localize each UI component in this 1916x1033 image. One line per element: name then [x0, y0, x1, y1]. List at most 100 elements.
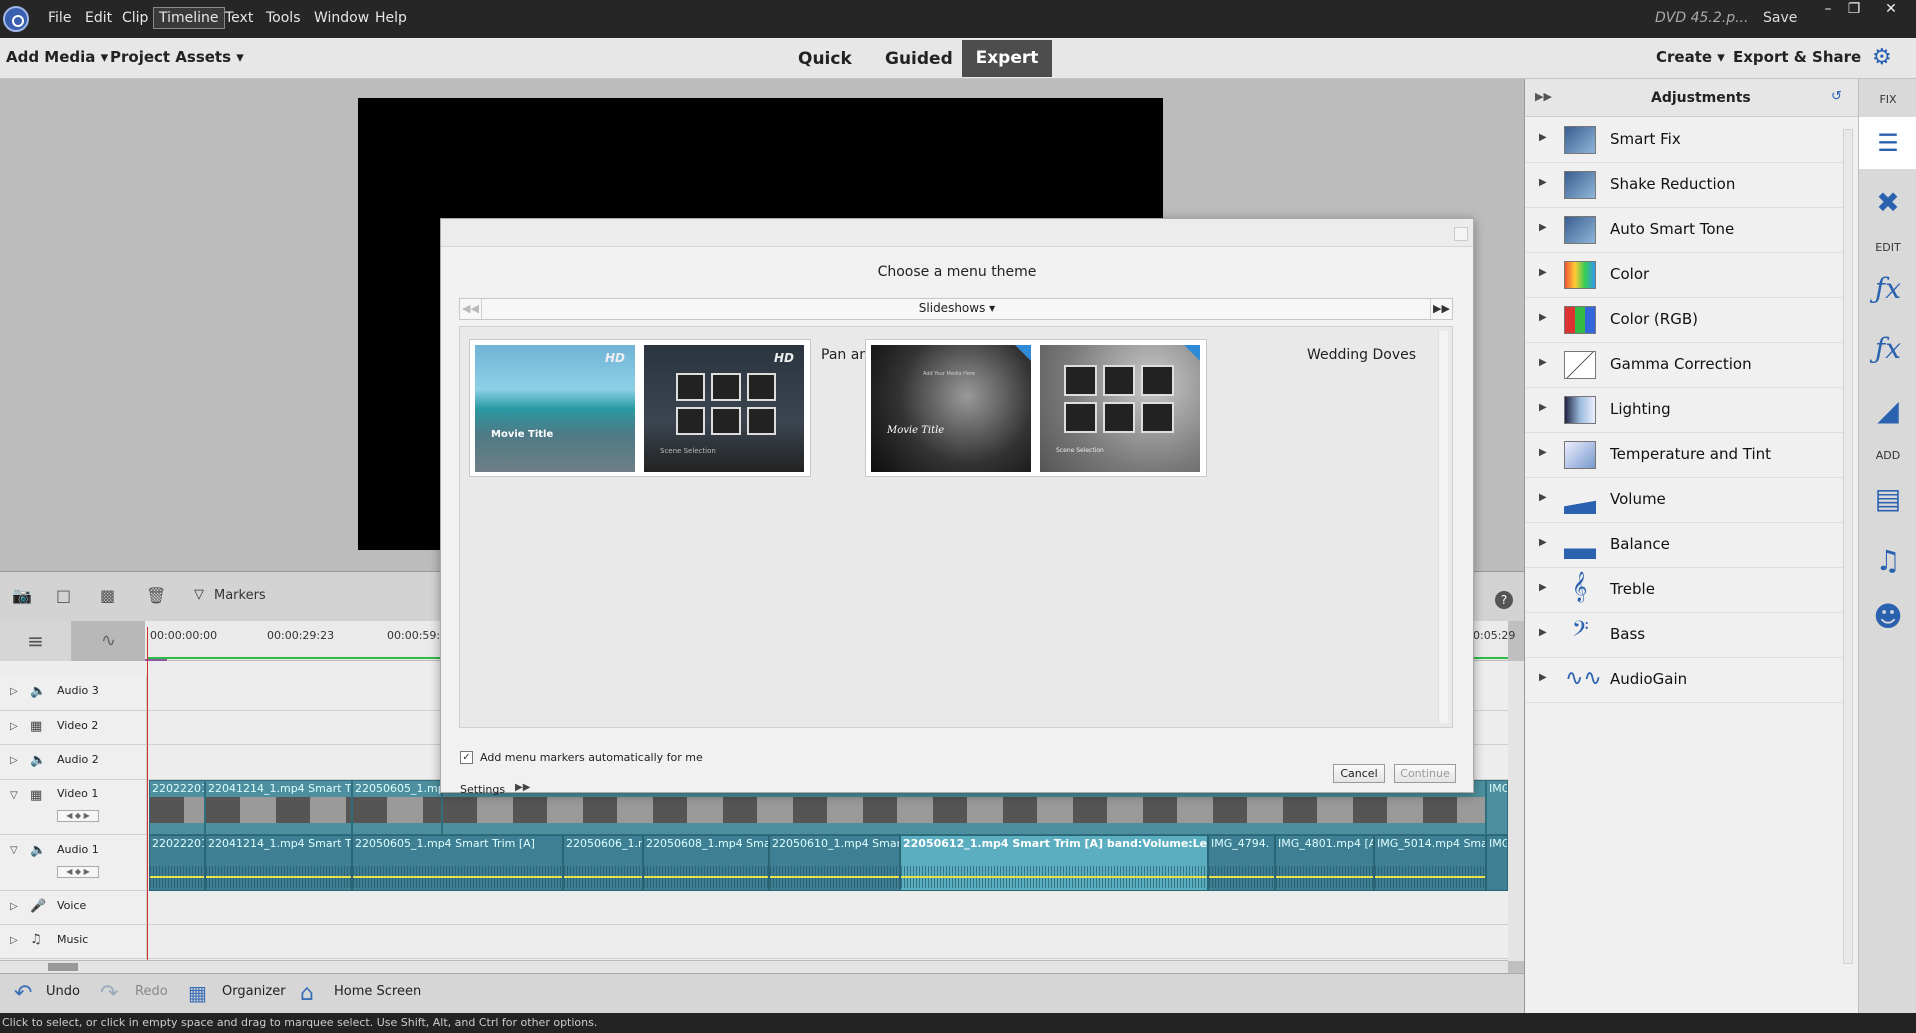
close-icon[interactable]: ✕	[1880, 1, 1902, 17]
track-settings-icon[interactable]: ≡	[0, 621, 72, 661]
video-clip[interactable]: IMG	[1486, 780, 1508, 835]
crop-icon[interactable]: □	[56, 586, 76, 605]
auto-markers-checkbox[interactable]: ✓	[460, 751, 473, 764]
video-clip[interactable]: 22022201	[149, 780, 205, 835]
adj-volume[interactable]: ▶ Volume	[1525, 478, 1843, 523]
track-audio-1[interactable]: ▽ 🔈 Audio 1 ◀ ◆ ▶ 22022201 22041214_1.mp…	[0, 835, 1508, 891]
expand-arrow-icon[interactable]: ▷	[10, 901, 18, 912]
tab-quick[interactable]: Quick	[798, 49, 852, 69]
adj-smart-fix[interactable]: ▶ Smart Fix	[1525, 118, 1843, 163]
narration-icon[interactable]: ▩	[100, 586, 120, 605]
expand-arrow-icon[interactable]: ▷	[10, 755, 18, 766]
expand-arrow-icon[interactable]: ▶	[1539, 492, 1547, 503]
audio-clip[interactable]: 22041214_1.mp4 Smart Tri	[205, 835, 352, 891]
keyframe-controls[interactable]: ◀ ◆ ▶	[57, 866, 99, 878]
adj-bass[interactable]: ▶ 𝄢 Bass	[1525, 613, 1843, 658]
home-screen-button[interactable]: Home Screen	[334, 984, 421, 999]
timeline-horizontal-scrollbar[interactable]	[0, 960, 1508, 973]
undo-icon[interactable]: ↶	[14, 981, 32, 1006]
adj-gamma-correction[interactable]: ▶ Gamma Correction	[1525, 343, 1843, 388]
home-icon[interactable]: ⌂	[300, 981, 314, 1006]
expand-arrow-icon[interactable]: ▷	[10, 721, 18, 732]
track-music[interactable]: ▷ ♫ Music	[0, 925, 1508, 959]
project-assets-menu[interactable]: Project Assets ▾	[110, 48, 244, 66]
expand-arrow-icon[interactable]: ▶	[1539, 357, 1547, 368]
expand-arrow-icon[interactable]: ▶	[1539, 447, 1547, 458]
cancel-button[interactable]: Cancel	[1333, 764, 1385, 783]
volume-line[interactable]	[1276, 876, 1373, 878]
audio-clip[interactable]: 22022201	[149, 835, 205, 891]
adj-auto-smart-tone[interactable]: ▶ Auto Smart Tone	[1525, 208, 1843, 253]
video-clip[interactable]: 22050605_1.mp	[352, 780, 442, 835]
expand-arrow-icon[interactable]: ▶	[1539, 672, 1547, 683]
theme-main-thumbnail[interactable]: HD Movie Title	[475, 345, 635, 472]
expand-arrow-icon[interactable]: ▷	[10, 686, 18, 697]
camera-icon[interactable]: 📷	[12, 586, 32, 605]
menu-tools[interactable]: Tools	[266, 10, 301, 26]
continue-button[interactable]: Continue	[1394, 764, 1456, 783]
titles-icon[interactable]: ▤	[1871, 483, 1905, 515]
audio-clip[interactable]: 22050605_1.mp4 Smart Trim [A]	[352, 835, 563, 891]
expand-arrow-icon[interactable]: ▶	[1539, 537, 1547, 548]
organizer-icon[interactable]: ▦	[188, 981, 207, 1005]
minimize-icon[interactable]: –	[1817, 1, 1839, 17]
fix-label[interactable]: FIX	[1859, 93, 1916, 106]
save-button[interactable]: Save	[1763, 10, 1797, 26]
film-icon[interactable]: ▦	[30, 719, 42, 734]
restore-icon[interactable]: ❐	[1843, 1, 1865, 17]
adj-balance[interactable]: ▶ Balance	[1525, 523, 1843, 568]
expand-arrow-icon[interactable]: ▶	[1539, 402, 1547, 413]
audio-wave-icon[interactable]: ∿	[72, 621, 145, 661]
adj-audiogain[interactable]: ▶ ∿∿ AudioGain	[1525, 658, 1843, 703]
collapse-arrow-icon[interactable]: ▽	[10, 790, 18, 801]
create-menu[interactable]: Create ▾	[1656, 48, 1725, 66]
volume-line[interactable]	[644, 876, 768, 878]
menu-help[interactable]: Help	[375, 10, 407, 26]
film-icon[interactable]: ▦	[30, 788, 42, 803]
tab-expert[interactable]: Expert	[962, 40, 1052, 77]
timeline-vertical-scrollbar[interactable]	[1508, 661, 1524, 961]
volume-line[interactable]	[353, 876, 562, 878]
audio-clip[interactable]: IMG_5014.mp4 Smart	[1374, 835, 1486, 891]
menu-text[interactable]: Text	[225, 10, 253, 26]
applied-effects-icon[interactable]: ƒx	[1871, 273, 1905, 305]
transitions-icon[interactable]: ◢	[1871, 395, 1905, 427]
undo-button[interactable]: Undo	[46, 984, 80, 999]
markers-dropdown[interactable]: Markers	[214, 588, 266, 603]
tools-icon[interactable]: ✖	[1871, 187, 1905, 219]
adj-lighting[interactable]: ▶ Lighting	[1525, 388, 1843, 433]
dialog-close-icon[interactable]	[1454, 227, 1468, 241]
redo-button[interactable]: Redo	[135, 984, 168, 999]
category-dropdown[interactable]: Slideshows ▾	[460, 301, 1454, 315]
adjustments-sliders-icon[interactable]: ☰	[1871, 127, 1905, 159]
category-selector[interactable]: Slideshows ▾ ◀◀ ▶▶	[459, 298, 1453, 320]
audio-clip[interactable]: IMG_4801.mp4 [A	[1275, 835, 1374, 891]
prev-category-icon[interactable]: ◀◀	[460, 299, 482, 319]
theme-pan-and-zoom[interactable]: HD Movie Title HD Scene Selection	[469, 339, 811, 477]
music-icon[interactable]: ♫	[30, 932, 42, 947]
export-share-menu[interactable]: Export & Share	[1733, 48, 1861, 66]
collapse-panel-icon[interactable]: ▶▶	[1535, 90, 1552, 103]
volume-line[interactable]	[150, 876, 204, 878]
track-voice[interactable]: ▷ 🎤 Voice	[0, 891, 1508, 925]
gear-icon[interactable]: ⚙	[1872, 45, 1892, 70]
audio-clip[interactable]: IMG_4794.	[1208, 835, 1275, 891]
adj-color-rgb[interactable]: ▶ Color (RGB)	[1525, 298, 1843, 343]
reset-icon[interactable]: ↺	[1831, 89, 1842, 104]
video-clip[interactable]: 22041214_1.mp4 Smart Tri	[205, 780, 352, 835]
expand-settings-icon[interactable]: ▶▶	[515, 782, 530, 793]
collapse-arrow-icon[interactable]: ▽	[10, 845, 18, 856]
volume-line[interactable]	[564, 876, 642, 878]
add-media-menu[interactable]: Add Media ▾	[6, 48, 108, 66]
panel-scrollbar[interactable]	[1843, 129, 1853, 964]
menu-edit[interactable]: Edit	[85, 10, 112, 26]
expand-arrow-icon[interactable]: ▶	[1539, 267, 1547, 278]
speaker-icon[interactable]: 🔈	[30, 753, 46, 768]
tab-guided[interactable]: Guided	[885, 49, 953, 69]
app-logo-icon[interactable]	[3, 6, 29, 32]
volume-line[interactable]	[901, 876, 1207, 878]
theme-scene-thumbnail[interactable]: Scene Selection	[1040, 345, 1200, 472]
keyframe-controls[interactable]: ◀ ◆ ▶	[57, 810, 99, 822]
theme-scene-thumbnail[interactable]: HD Scene Selection	[644, 345, 804, 472]
scrollbar-thumb[interactable]	[48, 963, 78, 971]
